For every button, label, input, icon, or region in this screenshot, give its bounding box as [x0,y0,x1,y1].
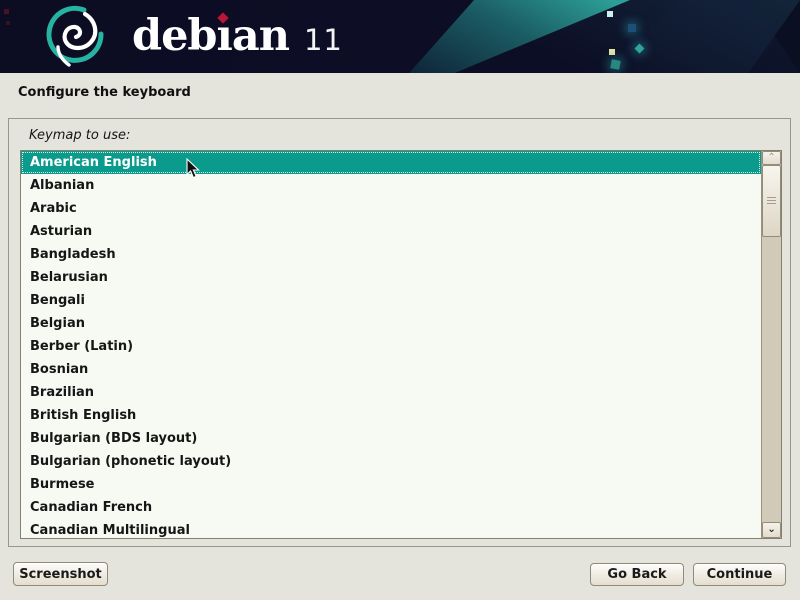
version-text: 11 [304,23,343,57]
list-item[interactable]: Arabic [21,197,761,220]
debian-wordmark: debıan 11 [132,6,343,66]
confetti-square-icon [610,59,620,69]
scrollbar-track[interactable]: ⌃ ⌄ [761,151,781,538]
debian-installer-screen: debıan 11 Configure the keyboard Keymap … [0,0,800,600]
list-item[interactable]: Albanian [21,174,761,197]
go-back-button[interactable]: Go Back [590,563,684,586]
list-item[interactable]: Bosnian [21,358,761,381]
keymap-listbox: American EnglishAlbanianArabicAsturianBa… [20,150,782,539]
list-item[interactable]: Bulgarian (phonetic layout) [21,450,761,473]
confetti-square-icon [607,11,613,17]
scrollbar-down-button[interactable]: ⌄ [762,522,781,538]
list-item[interactable]: British English [21,404,761,427]
list-item[interactable]: Canadian Multilingual [21,519,761,538]
keymap-frame: Keymap to use: American EnglishAlbanianA… [8,118,791,547]
screenshot-button[interactable]: Screenshot [13,562,108,586]
confetti-square-icon [6,21,10,25]
keymap-label: Keymap to use: [29,128,130,143]
list-item[interactable]: Berber (Latin) [21,335,761,358]
list-item[interactable]: Bengali [21,289,761,312]
confetti-square-icon [609,49,615,55]
confetti-square-icon [4,9,9,14]
header-banner: debıan 11 [0,0,800,73]
list-item[interactable]: Burmese [21,473,761,496]
list-item[interactable]: Canadian French [21,496,761,519]
list-item[interactable]: American English [21,151,761,174]
list-item[interactable]: Belarusian [21,266,761,289]
list-item[interactable]: Belgian [21,312,761,335]
scrollbar-thumb[interactable] [762,165,781,237]
continue-button[interactable]: Continue [693,563,786,586]
list-item[interactable]: Bangladesh [21,243,761,266]
debian-swirl-logo-icon [38,3,110,71]
page-title: Configure the keyboard [18,85,191,100]
keymap-list-rows: American EnglishAlbanianArabicAsturianBa… [21,151,761,538]
list-item[interactable]: Bulgarian (BDS layout) [21,427,761,450]
list-item[interactable]: Asturian [21,220,761,243]
list-item[interactable]: Brazilian [21,381,761,404]
confetti-square-icon [628,24,636,32]
scrollbar-up-button[interactable]: ⌃ [762,151,781,165]
brand-text: debıan [132,6,289,66]
